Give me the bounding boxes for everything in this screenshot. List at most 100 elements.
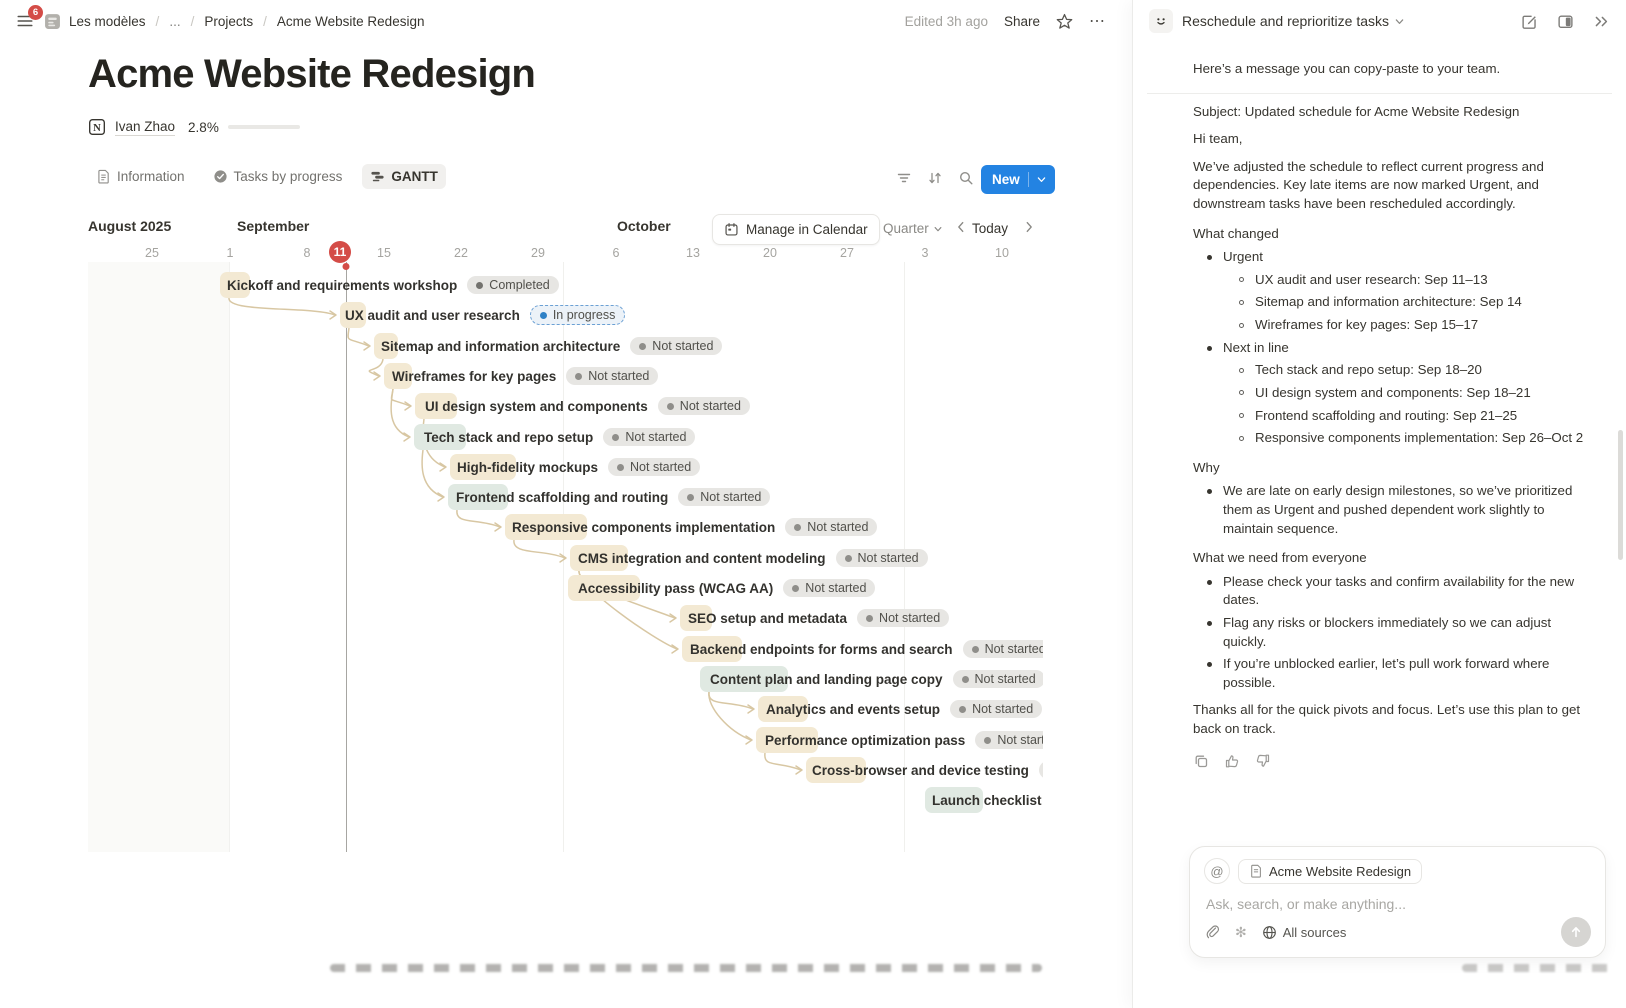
message-bullet-item: Flag any risks or blockers immediately s… [1193, 614, 1584, 651]
ai-thread-title[interactable]: Reschedule and reprioritize tasks [1182, 13, 1405, 29]
timeline-next-button[interactable] [1022, 220, 1036, 234]
task-status-badge[interactable]: Not started [1039, 761, 1043, 779]
more-options-button[interactable]: ⋯ [1089, 11, 1106, 31]
breadcrumb-ellipsis[interactable]: ... [169, 14, 180, 29]
context-page-chip[interactable]: Acme Website Redesign [1238, 859, 1422, 884]
bullet-icon [1207, 580, 1212, 585]
bullet-text: Responsive components implementation: Se… [1255, 429, 1584, 448]
ai-model-button[interactable]: ✻ [1235, 924, 1247, 941]
gantt-task-row[interactable]: Launch checklist aNot started [932, 786, 1043, 814]
timeline-today-button[interactable]: Today [972, 221, 1008, 236]
gantt-task-row[interactable]: Tech stack and repo setupNot started [424, 423, 695, 451]
task-status-badge[interactable]: Not started [566, 367, 658, 385]
task-name: Cross-browser and device testing [812, 763, 1029, 778]
task-status-badge[interactable]: Not started [783, 579, 875, 597]
task-status-badge[interactable]: Not started [658, 397, 750, 415]
gantt-task-row[interactable]: Responsive components implementationNot … [512, 513, 877, 541]
status-dot-icon [984, 737, 991, 744]
gantt-task-row[interactable]: CMS integration and content modelingNot … [578, 544, 928, 572]
gantt-task-row[interactable]: High-fidelity mockupsNot started [457, 453, 700, 481]
task-status-badge[interactable]: Not started [630, 337, 722, 355]
task-status-badge[interactable]: Not started [975, 731, 1043, 749]
status-dot-icon [476, 282, 483, 289]
gantt-task-row[interactable]: Kickoff and requirements workshopComplet… [227, 271, 559, 299]
task-status-badge[interactable]: Not started [963, 640, 1043, 658]
gantt-task-row[interactable]: Cross-browser and device testing Not star… [812, 756, 1043, 784]
breadcrumb-separator: / [263, 14, 267, 29]
tab-information[interactable]: Information [88, 164, 193, 189]
manage-in-calendar-button[interactable]: Manage in Calendar [712, 214, 880, 245]
gantt-task-row[interactable]: UX audit and user researchIn progress [345, 301, 625, 329]
gantt-task-row[interactable]: Frontend scaffolding and routingNot star… [456, 483, 770, 511]
task-status-badge[interactable]: In progress [530, 305, 626, 325]
gantt-task-row[interactable]: Analytics and events setup Not started [766, 695, 1042, 723]
chat-context-row: @ Acme Website Redesign [1204, 858, 1591, 884]
task-status-badge[interactable]: Not started [603, 428, 695, 446]
tab-gantt[interactable]: GANTT [362, 164, 446, 189]
filter-button[interactable] [896, 170, 912, 186]
zoom-level-select[interactable]: Quarter [883, 221, 943, 236]
thumbs-down-button[interactable] [1255, 753, 1271, 769]
breadcrumb-current-page[interactable]: Acme Website Redesign [277, 14, 425, 29]
new-chat-button[interactable] [1521, 13, 1538, 30]
task-status-badge[interactable]: Not started [608, 458, 700, 476]
thumbs-up-button[interactable] [1224, 753, 1240, 769]
task-status-badge[interactable]: Not started [836, 549, 928, 567]
favorite-star-button[interactable] [1056, 13, 1073, 30]
task-name: Analytics and events setup [766, 702, 940, 717]
panel-scrollbar[interactable] [1618, 430, 1623, 560]
status-label: Not started [700, 490, 761, 504]
gantt-task-row[interactable]: Sitemap and information architectureNot … [381, 332, 722, 360]
svg-text:N: N [93, 122, 101, 134]
collapse-panel-button[interactable] [1593, 13, 1610, 30]
page-title[interactable]: Acme Website Redesign [88, 52, 535, 97]
task-name: Launch checklist a [932, 793, 1043, 808]
status-dot-icon [667, 403, 674, 410]
breadcrumb-projects[interactable]: Projects [204, 14, 253, 29]
task-status-badge[interactable]: Not started [857, 609, 949, 627]
timeline-date-tick: 8 [304, 246, 311, 260]
sidebar-menu-button[interactable]: 6 [14, 10, 36, 32]
chevron-left-icon [954, 220, 968, 234]
timeline-date-tick: 13 [686, 246, 700, 260]
task-status-badge[interactable]: Not started [950, 700, 1042, 718]
new-button[interactable]: New [981, 165, 1055, 194]
copy-icon [1193, 753, 1209, 769]
notification-badge: 6 [28, 5, 43, 20]
mention-button[interactable]: @ [1204, 858, 1230, 884]
panel-layout-toggle-button[interactable] [1557, 13, 1574, 30]
gantt-task-row[interactable]: Accessibility pass (WCAG AA)Not started [578, 574, 875, 602]
today-date-marker: 11 [329, 241, 351, 263]
task-status-badge[interactable]: Not started [785, 518, 877, 536]
task-status-badge[interactable]: Not started [953, 670, 1043, 688]
gantt-task-row[interactable]: SEO setup and metadataNot started [688, 604, 949, 632]
gantt-task-row[interactable]: Backend endpoints for forms and searchNo… [690, 635, 1043, 663]
tab-tasks-by-progress[interactable]: Tasks by progress [205, 164, 351, 189]
gantt-task-row[interactable]: Content plan and landing page copyNot st… [710, 665, 1043, 693]
status-label: Not started [997, 733, 1043, 747]
share-button[interactable]: Share [1004, 14, 1040, 29]
send-button[interactable] [1561, 917, 1591, 947]
new-button-label: New [992, 172, 1020, 187]
copy-button[interactable] [1193, 753, 1209, 769]
task-status-badge[interactable]: Completed [467, 276, 558, 294]
sort-button[interactable] [927, 170, 943, 186]
gantt-task-row[interactable]: UI design system and componentsNot start… [425, 392, 750, 420]
timeline-prev-button[interactable] [954, 220, 968, 234]
breadcrumb-workspace[interactable]: Les modèles [69, 14, 146, 29]
ai-thread-title-label: Reschedule and reprioritize tasks [1182, 13, 1389, 29]
status-label: In progress [553, 308, 616, 322]
task-status-badge[interactable]: Not started [678, 488, 770, 506]
all-sources-button[interactable]: All sources [1262, 925, 1347, 940]
chat-input[interactable]: Ask, search, or make anything... [1204, 884, 1591, 917]
search-button[interactable] [958, 170, 974, 186]
status-dot-icon [794, 524, 801, 531]
status-label: Not started [807, 520, 868, 534]
breadcrumb-separator: / [191, 14, 195, 29]
bullet-icon [1239, 323, 1244, 328]
ai-intro-text: Here’s a message you can copy-paste to y… [1193, 54, 1584, 93]
owner-mention[interactable]: Ivan Zhao [115, 119, 175, 136]
attach-button[interactable] [1204, 924, 1220, 940]
gantt-task-row[interactable]: Performance optimization passNot started [765, 726, 1043, 754]
gantt-task-row[interactable]: Wireframes for key pagesNot started [392, 362, 658, 390]
